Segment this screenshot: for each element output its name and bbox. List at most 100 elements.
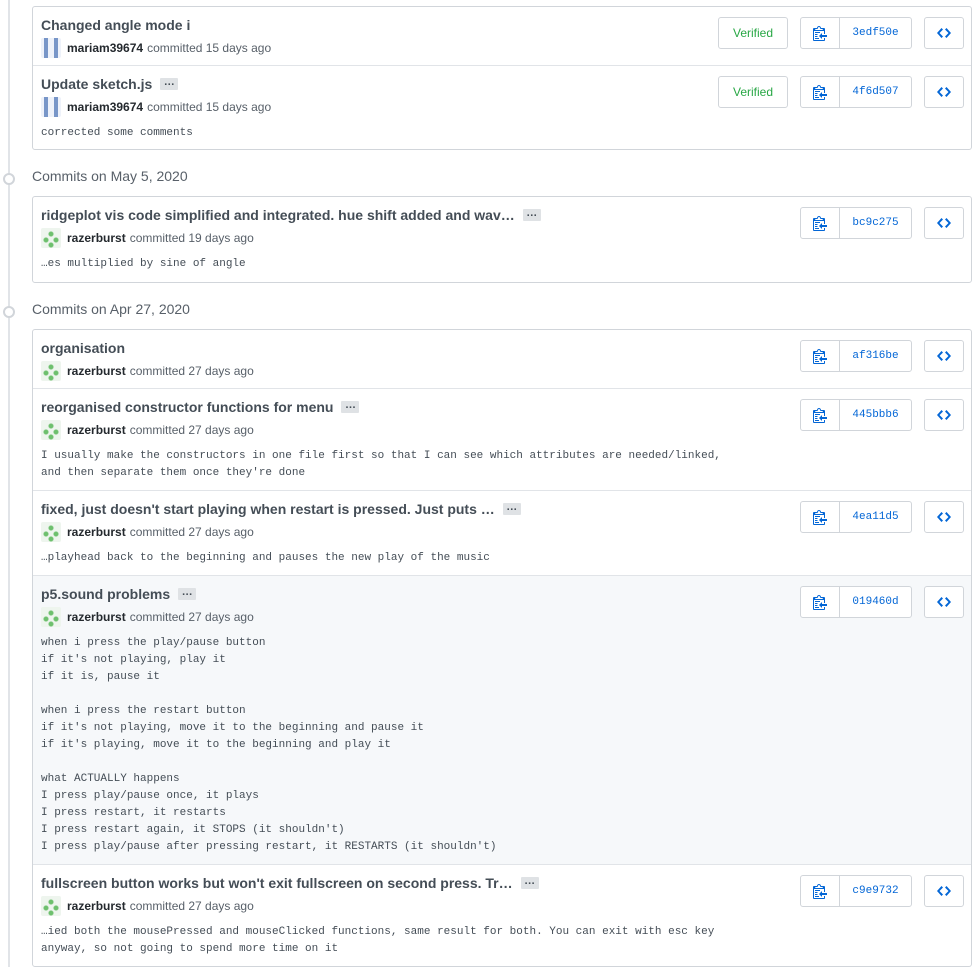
- commit-title[interactable]: Update sketch.js: [41, 76, 152, 92]
- commit-description: …es multiplied by sine of angle: [41, 258, 246, 270]
- code-icon: [937, 597, 951, 607]
- commit-sha-link[interactable]: 019460d: [840, 587, 911, 617]
- commit-row: organisation razerburst committed 27 day…: [33, 330, 971, 388]
- commit-row: fullscreen button works but won't exit f…: [33, 864, 971, 967]
- commit-meta: razerburst committed 27 days ago: [41, 522, 254, 542]
- expand-message-button[interactable]: …: [502, 502, 521, 515]
- copy-sha-button[interactable]: [801, 18, 840, 48]
- browse-repo-button[interactable]: [924, 586, 964, 618]
- commit-node-icon: [3, 173, 15, 185]
- browse-repo-button[interactable]: [924, 207, 964, 239]
- commit-author[interactable]: mariam39674: [67, 100, 143, 114]
- expand-message-button[interactable]: …: [160, 77, 179, 90]
- commit-meta: mariam39674 committed 15 days ago: [41, 38, 271, 58]
- clipboard-icon: [813, 408, 827, 423]
- avatar[interactable]: [41, 97, 61, 117]
- commit-meta: razerburst committed 27 days ago: [41, 361, 254, 381]
- avatar[interactable]: [41, 228, 61, 248]
- commit-sha-link[interactable]: 4ea11d5: [840, 502, 911, 532]
- browse-repo-button[interactable]: [924, 340, 964, 372]
- expand-message-button[interactable]: …: [522, 208, 541, 221]
- expand-message-button[interactable]: …: [341, 400, 360, 413]
- sha-button-group: 019460d: [800, 586, 912, 618]
- commit-sha-link[interactable]: af316be: [840, 341, 911, 371]
- expand-message-button[interactable]: …: [178, 587, 197, 600]
- clipboard-icon: [813, 26, 827, 41]
- browse-repo-button[interactable]: [924, 17, 964, 49]
- commit-time: committed 27 days ago: [129, 610, 254, 624]
- copy-sha-button[interactable]: [801, 341, 840, 371]
- commit-title-row: fixed, just doesn't start playing when r…: [41, 499, 521, 519]
- verified-badge[interactable]: Verified: [718, 76, 788, 108]
- commit-title[interactable]: reorganised constructor functions for me…: [41, 399, 333, 415]
- commit-time: committed 15 days ago: [147, 41, 272, 55]
- commit-author[interactable]: razerburst: [67, 231, 126, 245]
- commit-title[interactable]: fullscreen button works but won't exit f…: [41, 875, 513, 891]
- commit-meta: razerburst committed 27 days ago: [41, 607, 254, 627]
- copy-sha-button[interactable]: [801, 587, 840, 617]
- commit-row: fixed, just doesn't start playing when r…: [33, 490, 971, 576]
- commit-title-row: Update sketch.js …: [41, 74, 179, 94]
- commit-date-header: Commits on Apr 27, 2020: [0, 299, 978, 323]
- browse-repo-button[interactable]: [924, 501, 964, 533]
- avatar[interactable]: [41, 607, 61, 627]
- commit-row: p5.sound problems … razerburst committed…: [33, 575, 971, 865]
- browse-repo-button[interactable]: [924, 875, 964, 907]
- code-icon: [937, 28, 951, 38]
- commit-meta: razerburst committed 27 days ago: [41, 420, 254, 440]
- commit-title-row: fullscreen button works but won't exit f…: [41, 873, 539, 893]
- commit-date-label: Commits on Apr 27, 2020: [32, 301, 190, 317]
- commit-title-row: Changed angle mode i: [41, 15, 190, 35]
- sha-button-group: af316be: [800, 340, 912, 372]
- commit-author[interactable]: mariam39674: [67, 41, 143, 55]
- copy-sha-button[interactable]: [801, 77, 840, 107]
- browse-repo-button[interactable]: [924, 76, 964, 108]
- clipboard-icon: [813, 216, 827, 231]
- copy-sha-button[interactable]: [801, 876, 840, 906]
- commit-title[interactable]: p5.sound problems: [41, 586, 170, 602]
- timeline-line: [8, 0, 10, 967]
- avatar[interactable]: [41, 522, 61, 542]
- sha-button-group: 445bbb6: [800, 399, 912, 431]
- commit-group-box: Changed angle mode i mariam39674 committ…: [32, 6, 972, 150]
- commit-title[interactable]: ridgeplot vis code simplified and integr…: [41, 207, 515, 223]
- sha-button-group: 4f6d507: [800, 76, 912, 108]
- sha-button-group: c9e9732: [800, 875, 912, 907]
- commit-description: …ied both the mousePressed and mouseClic…: [41, 926, 715, 955]
- code-icon: [937, 410, 951, 420]
- commit-sha-link[interactable]: bc9c275: [840, 208, 911, 238]
- avatar[interactable]: [41, 896, 61, 916]
- avatar[interactable]: [41, 420, 61, 440]
- commit-time: committed 15 days ago: [147, 100, 272, 114]
- commit-title[interactable]: fixed, just doesn't start playing when r…: [41, 501, 495, 517]
- commit-sha-link[interactable]: 3edf50e: [840, 18, 911, 48]
- clipboard-icon: [813, 884, 827, 899]
- commit-time: committed 27 days ago: [129, 364, 254, 378]
- copy-sha-button[interactable]: [801, 502, 840, 532]
- commit-author[interactable]: razerburst: [67, 525, 126, 539]
- commit-time: committed 27 days ago: [129, 423, 254, 437]
- commit-author[interactable]: razerburst: [67, 899, 126, 913]
- avatar[interactable]: [41, 38, 61, 58]
- commit-author[interactable]: razerburst: [67, 364, 126, 378]
- sha-button-group: bc9c275: [800, 207, 912, 239]
- sha-button-group: 3edf50e: [800, 17, 912, 49]
- commit-sha-link[interactable]: c9e9732: [840, 876, 911, 906]
- code-icon: [937, 87, 951, 97]
- copy-sha-button[interactable]: [801, 400, 840, 430]
- commit-description: …playhead back to the beginning and paus…: [41, 552, 490, 564]
- verified-badge[interactable]: Verified: [718, 17, 788, 49]
- commit-sha-link[interactable]: 445bbb6: [840, 400, 911, 430]
- browse-repo-button[interactable]: [924, 399, 964, 431]
- avatar[interactable]: [41, 361, 61, 381]
- commit-author[interactable]: razerburst: [67, 610, 126, 624]
- commit-sha-link[interactable]: 4f6d507: [840, 77, 911, 107]
- expand-message-button[interactable]: …: [520, 876, 539, 889]
- commit-author[interactable]: razerburst: [67, 423, 126, 437]
- commit-description: corrected some comments: [41, 127, 193, 139]
- commit-title-row: reorganised constructor functions for me…: [41, 397, 360, 417]
- commit-title[interactable]: organisation: [41, 340, 125, 356]
- copy-sha-button[interactable]: [801, 208, 840, 238]
- commit-title[interactable]: Changed angle mode i: [41, 17, 190, 33]
- commit-time: committed 19 days ago: [129, 231, 254, 245]
